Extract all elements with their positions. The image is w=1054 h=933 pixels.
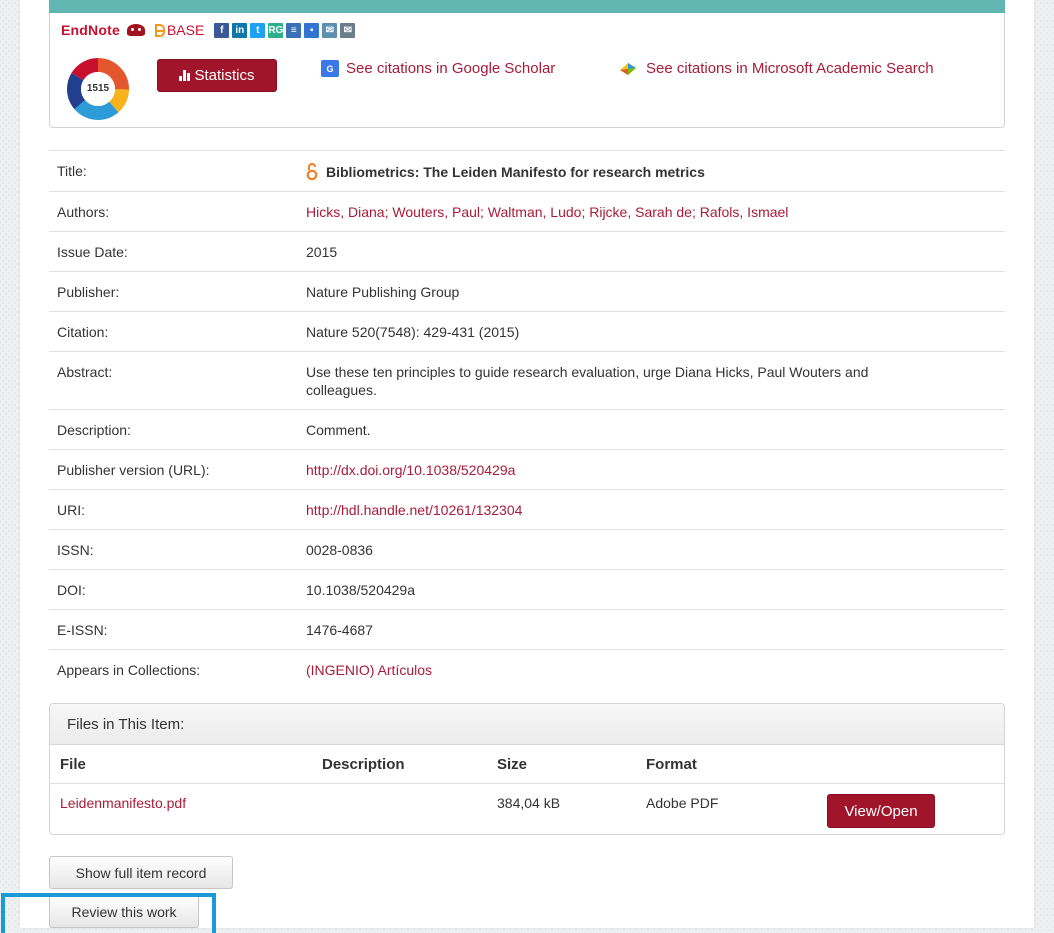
metadata-row: DOI: 10.1038/520429a [49, 569, 1005, 610]
metadata-label: ISSN: [49, 529, 298, 570]
microsoft-academic-citations-link[interactable]: See citations in Microsoft Academic Sear… [619, 60, 934, 77]
email-icon[interactable]: ✉ [340, 22, 356, 38]
metadata-row: Publisher: Nature Publishing Group [49, 271, 1005, 312]
metrics-panel: EndNote BASE f in t RG ≡ ▪ ✉ ✉ 1515 Statistics [49, 0, 1005, 128]
altmetric-score: 1515 [86, 83, 110, 94]
mendeley-icon[interactable] [126, 22, 146, 38]
file-format: Adobe PDF [646, 795, 719, 811]
metadata-value: Use these ten principles to guide resear… [298, 351, 1005, 410]
statistics-button[interactable]: Statistics [157, 59, 277, 92]
metadata-value: Nature Publishing Group [298, 271, 1005, 312]
column-file: File [60, 756, 86, 773]
metadata-row: E-ISSN: 1476-4687 [49, 609, 1005, 650]
metadata-value: (INGENIO) Artículos [298, 649, 1005, 689]
metadata-row: Title: Bibliometrics: The Leiden Manifest… [49, 150, 1005, 192]
metadata-row: Description: Comment. [49, 409, 1005, 450]
metadata-label: URI: [49, 489, 298, 530]
metadata-value: Comment. [298, 409, 1005, 450]
metadata-label: Abstract: [49, 351, 298, 410]
metadata-value: Bibliometrics: The Leiden Manifesto for … [298, 150, 1005, 192]
metadata-value: 1476-4687 [298, 609, 1005, 650]
metadata-link[interactable]: (INGENIO) Artículos [306, 662, 432, 678]
bar-chart-icon [179, 70, 191, 81]
delicious-icon[interactable]: ▪ [304, 22, 320, 38]
show-full-record-button[interactable]: Show full item record [49, 856, 233, 889]
metadata-row: Abstract: Use these ten principles to gui… [49, 351, 1005, 410]
microsoft-academic-icon [620, 62, 636, 75]
column-format: Format [646, 756, 697, 773]
item-metadata-table: Title: Bibliometrics: The Leiden Manifest… [49, 150, 1005, 689]
linkedin-icon[interactable]: in [232, 22, 248, 38]
metadata-row: Publisher version (URL): http://dx.doi.or… [49, 449, 1005, 490]
metadata-label: Authors: [49, 191, 298, 232]
base-logo-icon [154, 23, 165, 37]
google-scholar-icon: G [321, 60, 339, 77]
metadata-label: Publisher: [49, 271, 298, 312]
facebook-icon[interactable]: f [214, 22, 230, 38]
item-title: Bibliometrics: The Leiden Manifesto for … [326, 163, 705, 180]
file-name-link[interactable]: Leidenmanifesto.pdf [60, 795, 186, 811]
metadata-label: Publisher version (URL): [49, 449, 298, 490]
metadata-value: http://dx.doi.org/10.1038/520429a [298, 449, 1005, 490]
metadata-label: DOI: [49, 569, 298, 610]
metadata-row: Authors: Hicks, Diana; Wouters, Paul; Wal… [49, 191, 1005, 232]
twitter-icon[interactable]: t [250, 22, 266, 38]
metadata-link[interactable]: http://dx.doi.org/10.1038/520429a [306, 462, 515, 478]
metadata-link[interactable]: Hicks, Diana; Wouters, Paul; Waltman, Lu… [306, 204, 788, 220]
metadata-row: URI: http://hdl.handle.net/10261/132304 [49, 489, 1005, 530]
column-description: Description [322, 756, 405, 773]
chat-icon[interactable]: ✉ [322, 22, 338, 38]
google-scholar-label: See citations in Google Scholar [346, 60, 556, 77]
metadata-label: Issue Date: [49, 231, 298, 272]
open-access-icon [306, 163, 318, 181]
column-size: Size [497, 756, 528, 773]
researchgate-icon[interactable]: RG [268, 22, 284, 38]
metadata-label: Appears in Collections: [49, 649, 298, 689]
files-panel-heading: Files in This Item: [50, 704, 1004, 745]
panel-accent-bar [49, 0, 1005, 13]
metadata-row: Issue Date: 2015 [49, 231, 1005, 272]
microsoft-academic-label: See citations in Microsoft Academic Sear… [646, 60, 934, 77]
metadata-row: ISSN: 0028-0836 [49, 529, 1005, 570]
metadata-value: 10.1038/520429a [298, 569, 1005, 610]
metadata-label: Citation: [49, 311, 298, 352]
view-open-button[interactable]: View/Open [827, 794, 935, 828]
files-table-header: File Description Size Format [50, 745, 1004, 784]
metadata-value: Nature 520(7548): 429-431 (2015) [298, 311, 1005, 352]
statistics-label: Statistics [194, 67, 255, 84]
endnote-export-link[interactable]: EndNote [61, 22, 120, 38]
metadata-value: 0028-0836 [298, 529, 1005, 570]
base-label: BASE [166, 22, 205, 38]
list-icon[interactable]: ≡ [286, 22, 302, 38]
metadata-row: Citation: Nature 520(7548): 429-431 (2015… [49, 311, 1005, 352]
metadata-label: Description: [49, 409, 298, 450]
metadata-row: Appears in Collections: (INGENIO) Artícul… [49, 649, 1005, 689]
metadata-link[interactable]: http://hdl.handle.net/10261/132304 [306, 502, 522, 518]
base-search-link[interactable]: BASE [154, 22, 205, 38]
item-page: EndNote BASE f in t RG ≡ ▪ ✉ ✉ 1515 Statistics [20, 0, 1034, 928]
metadata-label: E-ISSN: [49, 609, 298, 650]
file-row: Leidenmanifesto.pdf 384,04 kB Adobe PDF … [50, 784, 1004, 834]
metadata-label: Title: [49, 150, 298, 192]
focus-highlight-box [1, 893, 216, 933]
google-scholar-citations-link[interactable]: G See citations in Google Scholar [321, 60, 555, 77]
files-panel: Files in This Item: File Description Siz… [49, 703, 1005, 835]
metadata-value: Hicks, Diana; Wouters, Paul; Waltman, Lu… [298, 191, 1005, 232]
metadata-value: 2015 [298, 231, 1005, 272]
export-share-row: EndNote BASE f in t RG ≡ ▪ ✉ ✉ [61, 21, 356, 39]
metadata-value: http://hdl.handle.net/10261/132304 [298, 489, 1005, 530]
file-size: 384,04 kB [497, 795, 561, 811]
altmetric-donut[interactable]: 1515 [65, 55, 130, 123]
